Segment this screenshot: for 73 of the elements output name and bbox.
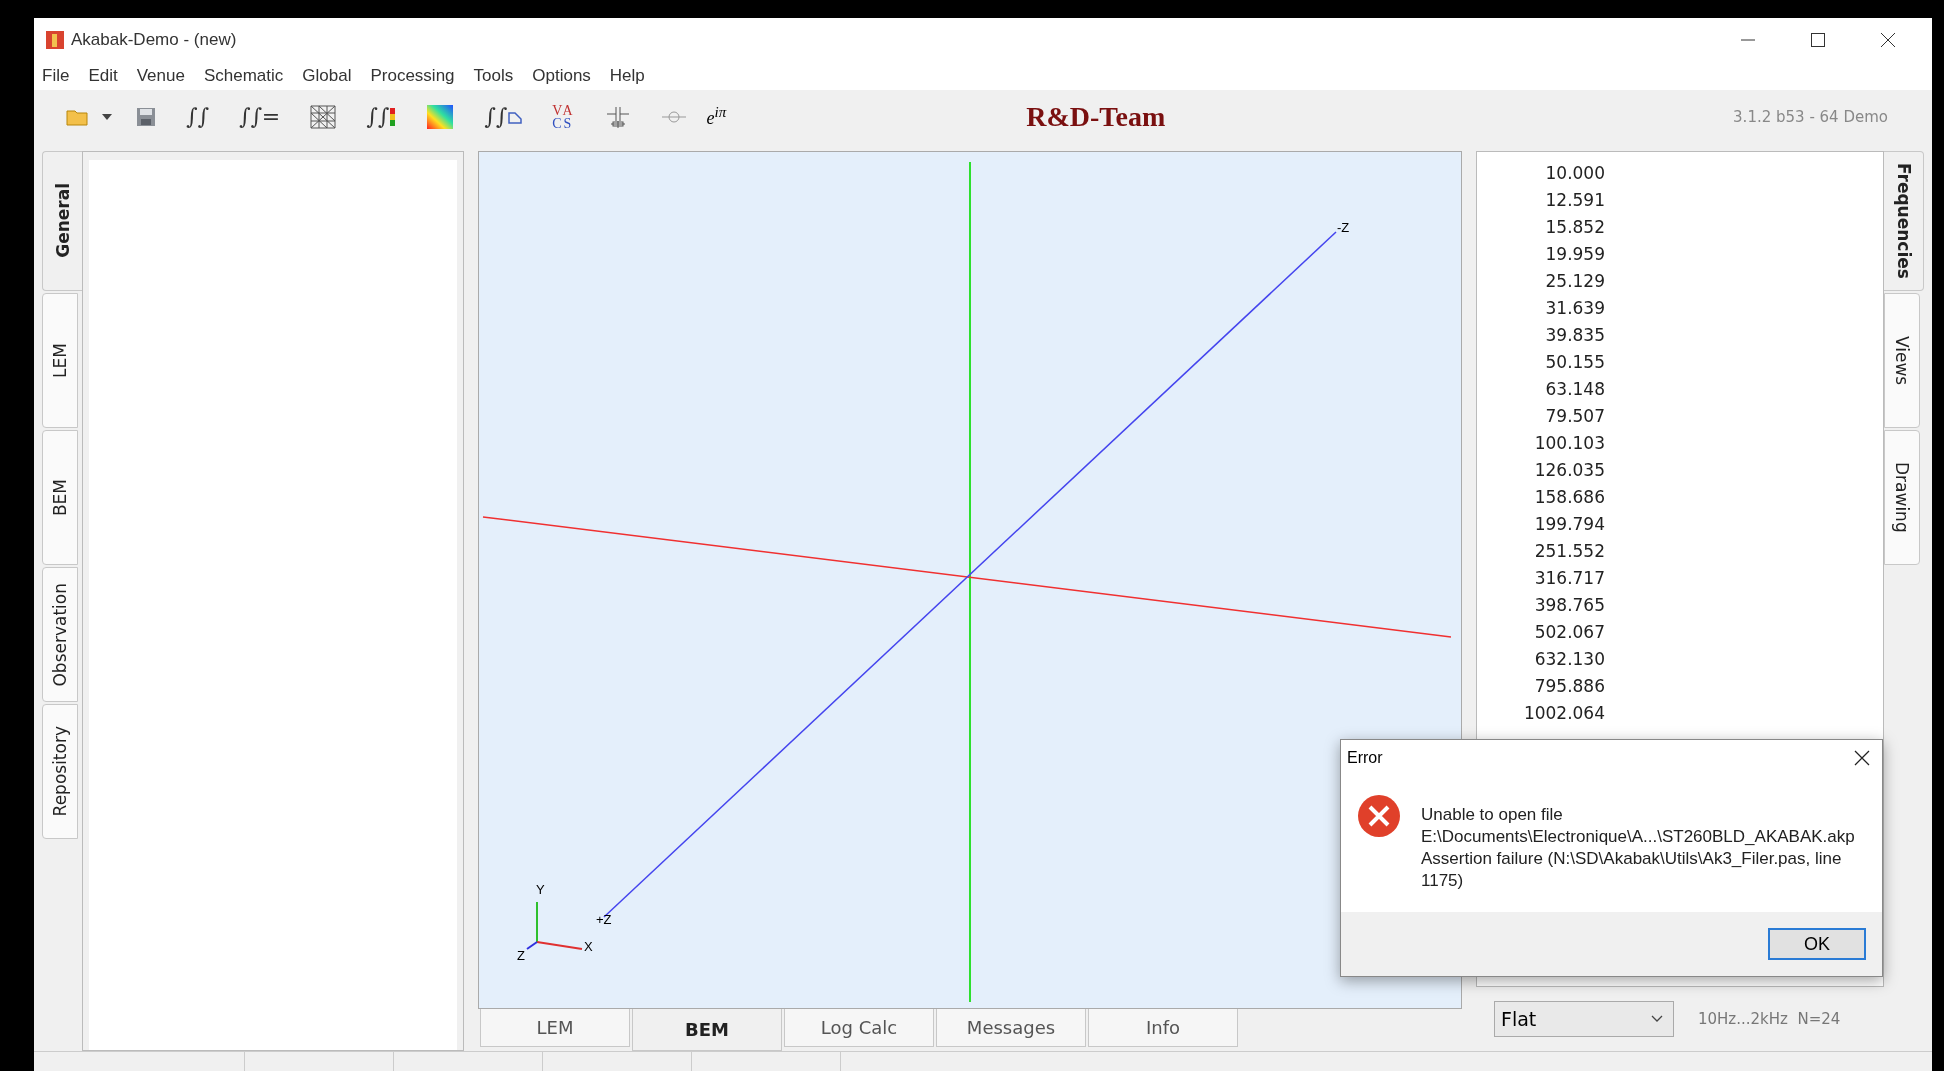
frequency-value[interactable]: 398.765 (1477, 591, 1605, 619)
close-icon[interactable] (1880, 31, 1896, 48)
menu-item[interactable]: Processing (370, 65, 455, 86)
integral-button[interactable]: ∫∫ (366, 104, 397, 130)
menu-item[interactable]: File (42, 65, 70, 86)
frequency-value[interactable]: 158.686 (1477, 483, 1605, 511)
frequency-value[interactable]: 31.639 (1477, 294, 1605, 322)
frequency-value[interactable]: 199.794 (1477, 510, 1605, 538)
frequency-value[interactable]: 251.552 (1477, 537, 1605, 565)
side-tab[interactable]: LEM (42, 292, 78, 428)
view-tab[interactable]: Messages (936, 1009, 1086, 1047)
formula-button[interactable]: e$^{iπ}$ (706, 104, 727, 130)
chevron-icon (1651, 1015, 1663, 1023)
axis-label: +Z (596, 911, 612, 927)
frequency-value[interactable]: 1002.064 (1477, 699, 1605, 727)
response-dropdown[interactable]: Flat (1494, 1001, 1674, 1037)
side-tab[interactable]: Observation (42, 566, 78, 702)
frequency-value[interactable]: 79.507 (1477, 402, 1605, 430)
menu-item[interactable]: Global (302, 65, 352, 86)
menu-item[interactable]: Options (532, 65, 591, 86)
frequency-value[interactable]: 316.717 (1477, 564, 1605, 592)
axis-triad-drawing (526, 900, 583, 950)
frequency-value[interactable]: 19.959 (1477, 240, 1605, 268)
menu-item[interactable]: Tools (473, 65, 514, 86)
team-label: R&D-Team (1026, 100, 1166, 133)
menu-item[interactable]: Edit (88, 65, 118, 86)
frequency-value[interactable]: 39.835 (1477, 321, 1605, 349)
view-tab[interactable]: Log Calc (784, 1009, 934, 1047)
frequency-value[interactable]: 10.000 (1477, 159, 1605, 187)
menu-item[interactable]: Venue (136, 65, 185, 86)
frequency-value[interactable]: 15.852 (1477, 213, 1605, 241)
frequency-value[interactable]: 126.035 (1477, 456, 1605, 484)
caret-icon[interactable] (102, 113, 112, 120)
color-bars-icon (390, 107, 397, 126)
mesh-grid-icon[interactable] (310, 104, 337, 129)
side-tab[interactable]: BEM (42, 429, 78, 565)
side-tab[interactable]: Drawing (1884, 429, 1920, 565)
axis-label: Z (517, 947, 525, 963)
frequency-value[interactable]: 795.886 (1477, 672, 1605, 700)
side-tab[interactable]: Views (1884, 292, 1920, 428)
close-icon[interactable] (1854, 750, 1870, 766)
integral-button[interactable]: ∫∫= (238, 104, 281, 130)
frequency-value[interactable]: 632.130 (1477, 645, 1605, 673)
view-tab[interactable]: LEM (480, 1009, 630, 1047)
side-tab[interactable]: General (42, 150, 82, 291)
version-label: 3.1.2 b53 - 64 Demo (1733, 107, 1888, 126)
frequency-value[interactable]: 63.148 (1477, 375, 1605, 403)
vacs-button[interactable]: VA CS (552, 103, 575, 130)
axis-label: -Z (1337, 219, 1350, 235)
app-icon (45, 29, 65, 50)
curve-shape-icon (508, 109, 523, 124)
frequency-value[interactable]: 50.155 (1477, 348, 1605, 376)
view-tab[interactable]: Info (1088, 1009, 1238, 1047)
frequency-value[interactable]: 12.591 (1477, 186, 1605, 214)
dialog-title: Error (1347, 749, 1383, 767)
frequency-value[interactable]: 25.129 (1477, 267, 1605, 295)
error-icon (1357, 794, 1401, 838)
axis-label: Y (536, 881, 545, 897)
frequency-value[interactable]: 100.103 (1477, 429, 1605, 457)
maximize-icon[interactable] (1810, 31, 1826, 48)
integral-button[interactable]: ∫∫ (186, 104, 209, 130)
axis-label: X (584, 938, 593, 954)
view-tab[interactable]: BEM (632, 1009, 782, 1051)
window-title: Akabak-Demo - (new) (71, 29, 237, 50)
menu-item[interactable]: Help (609, 65, 645, 86)
color-gradient-icon[interactable] (426, 103, 455, 130)
integral-button[interactable]: ∫∫ (484, 104, 523, 130)
ok-button[interactable]: OK (1768, 928, 1866, 960)
side-tab[interactable]: Frequencies (1884, 150, 1924, 291)
side-tab[interactable]: Repository (42, 703, 78, 839)
menu-item[interactable]: Schematic (203, 65, 284, 86)
frequency-value[interactable]: 502.067 (1477, 618, 1605, 646)
frequency-range-label: 10Hz...2kHz N=24 (1698, 1010, 1841, 1028)
